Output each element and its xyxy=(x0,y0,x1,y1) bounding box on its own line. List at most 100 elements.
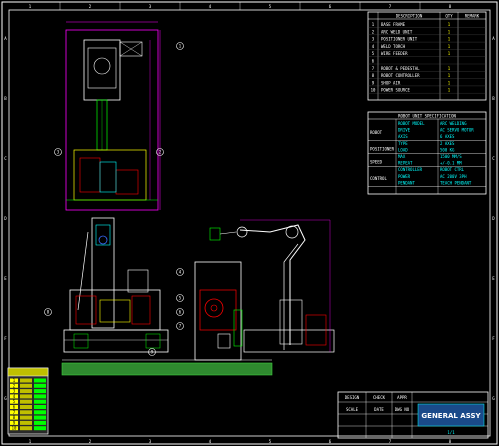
legend-cell xyxy=(34,383,46,388)
spec-title: ROBOT UNIT SPECIFICATION xyxy=(398,114,456,119)
drawing-title: GENERAL ASSY xyxy=(421,412,481,420)
column-number: 8 xyxy=(449,439,452,444)
parts-row-qty: 1 xyxy=(448,51,451,56)
row-letter: D xyxy=(4,216,7,221)
parts-row-description: SHOP AIR xyxy=(381,80,401,85)
legend-cell xyxy=(34,415,46,420)
legend-cell xyxy=(20,399,32,404)
parts-row-description: ARC WELD UNIT xyxy=(381,29,413,34)
spec-key: POWER xyxy=(398,174,411,179)
balloon-number: 8 xyxy=(47,310,50,315)
column-number: 8 xyxy=(449,4,452,9)
parts-row-qty: 1 xyxy=(448,37,451,42)
parts-row-number: 3 xyxy=(372,37,375,42)
legend-cell xyxy=(20,378,32,383)
parts-row-number: 7 xyxy=(372,66,375,71)
parts-row-qty: 1 xyxy=(448,88,451,93)
spec-value: 2 AXES xyxy=(440,141,455,146)
parts-row-number: 10 xyxy=(371,88,376,93)
column-number: 7 xyxy=(389,439,392,444)
parts-row-number: 6 xyxy=(372,59,375,64)
balloon-number: 2 xyxy=(159,150,162,155)
balloon-number: 6 xyxy=(179,310,182,315)
spec-value: 6 AXES xyxy=(440,134,455,139)
row-letter: B xyxy=(492,96,495,101)
legend-cell xyxy=(34,399,46,404)
legend-cell xyxy=(34,389,46,394)
cad-drawing: 1122334455667788 A AB BC CD DE EF FG G 1… xyxy=(1,1,498,445)
front-view-assembly xyxy=(61,217,273,376)
parts-row-description: ROBOT & PEDESTAL xyxy=(381,66,420,71)
spec-value: AC 200V 3PH xyxy=(440,174,467,179)
column-number: 1 xyxy=(29,439,32,444)
parts-row-qty: 1 xyxy=(448,22,451,27)
spec-value: 500 KG xyxy=(440,147,455,152)
column-number: 2 xyxy=(89,439,92,444)
title-block-label: DATE xyxy=(374,407,384,412)
row-letter: D xyxy=(492,216,495,221)
column-number: 3 xyxy=(149,4,152,9)
spec-key: TYPE xyxy=(398,141,408,146)
parts-list-table: DESCRIPTION QTY REMARK 1 BASE FRAME 1 2 ARC WEL… xyxy=(367,11,487,101)
title-block-label: DWG NO xyxy=(395,407,410,412)
row-letter: C xyxy=(492,156,495,161)
spec-key: REPEAT xyxy=(398,161,413,166)
column-number: 3 xyxy=(149,439,152,444)
parts-row-number: 5 xyxy=(372,51,375,56)
spec-key: DRIVE xyxy=(398,128,411,133)
column-number: 5 xyxy=(269,439,272,444)
spec-key: CONTROLLER xyxy=(398,167,423,172)
title-block: GENERAL ASSY 1/1 DESIGN CHECK APPR SCALE DAT… xyxy=(337,391,489,439)
column-number: 4 xyxy=(209,439,212,444)
legend-cell xyxy=(34,394,46,399)
legend-cell xyxy=(34,378,46,383)
parts-row-description: BASE FRAME xyxy=(381,22,406,27)
row-letter: E xyxy=(492,276,495,281)
parts-row-qty: 1 xyxy=(448,73,451,78)
legend-cell xyxy=(20,383,32,388)
floor-strip xyxy=(61,362,273,376)
legend-cell xyxy=(20,405,32,409)
column-number: 5 xyxy=(269,4,272,9)
title-block-label: DESIGN xyxy=(345,395,360,400)
balloon-number: 4 xyxy=(179,270,182,275)
spec-value: TEACH PENDANT xyxy=(440,180,472,185)
legend-number: 10 xyxy=(12,426,17,431)
parts-row-number: 9 xyxy=(372,80,375,85)
parts-header: REMARK xyxy=(465,14,480,19)
legend-cell xyxy=(20,415,32,420)
legend-cell xyxy=(20,420,32,425)
legend-cell xyxy=(34,420,46,425)
parts-row-number: 8 xyxy=(372,73,375,78)
legend-cell xyxy=(34,426,46,431)
parts-row-number: 4 xyxy=(372,44,375,49)
column-number: 4 xyxy=(209,4,212,9)
balloon-number: 1 xyxy=(179,44,182,49)
top-view-assembly xyxy=(65,21,161,211)
row-letter: E xyxy=(4,276,7,281)
column-number: 6 xyxy=(329,439,332,444)
side-view-controller xyxy=(194,261,243,361)
balloon-number: 5 xyxy=(179,296,182,301)
legend-cell xyxy=(20,410,32,415)
legend-cell xyxy=(34,410,46,415)
spec-group-label: SPEED xyxy=(370,160,383,165)
column-number: 6 xyxy=(329,4,332,9)
spec-value: +/-0.1 MM xyxy=(440,161,462,166)
parts-row-description: POWER SOURCE xyxy=(381,88,410,93)
parts-row-description: WIRE FEEDER xyxy=(381,51,408,56)
parts-row-description: WELD TORCH xyxy=(381,44,406,49)
legend-cell xyxy=(20,389,32,394)
parts-row-number: 2 xyxy=(372,29,375,34)
parts-row-description: POSITIONER UNIT xyxy=(381,37,418,42)
spec-value: 1500 MM/S xyxy=(440,154,462,159)
title-block-label: SCALE xyxy=(346,407,359,412)
outer-frame xyxy=(1,1,498,445)
balloon-number: 7 xyxy=(179,324,182,329)
spec-key: PENDANT xyxy=(398,180,415,185)
spec-value: ARC WELDING xyxy=(440,121,467,126)
legend-cell xyxy=(34,405,46,409)
parts-header: QTY xyxy=(445,14,453,19)
cad-viewport[interactable]: 1122334455667788 AABBCCDDEEFFGG 1 2 3 4 … xyxy=(0,0,499,446)
parts-row-qty: 1 xyxy=(448,29,451,34)
